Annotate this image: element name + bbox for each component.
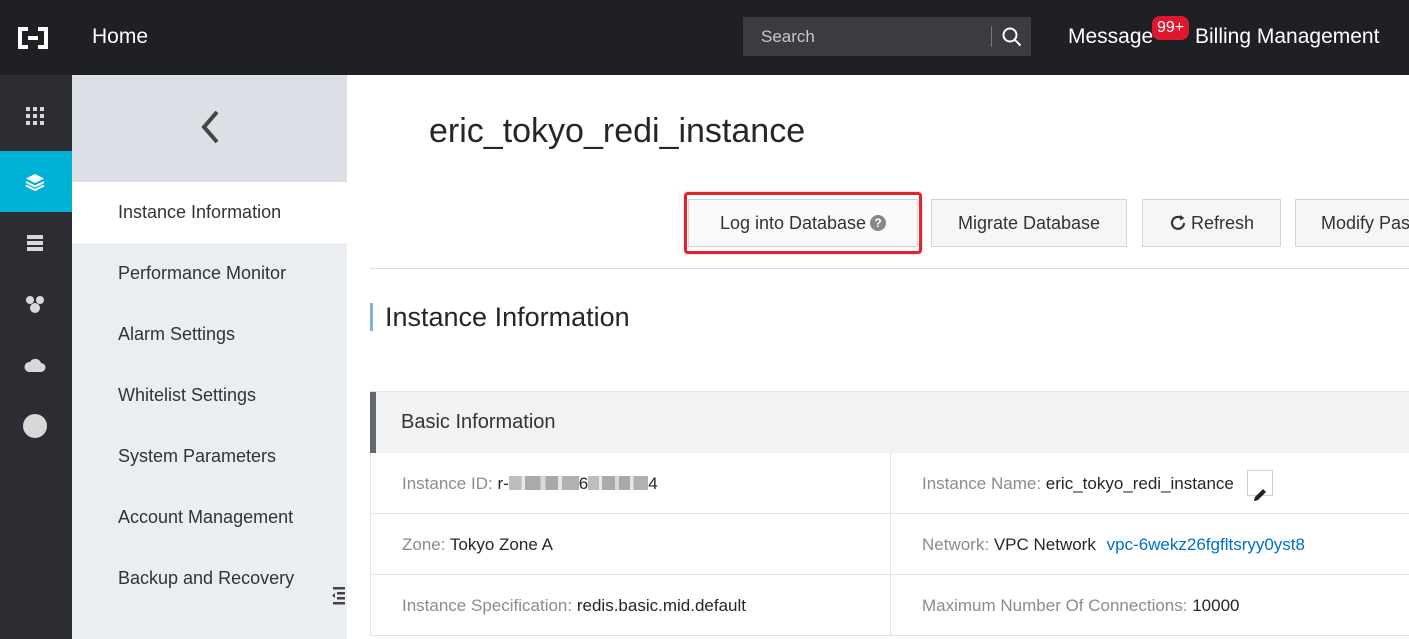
edit-pencil-icon[interactable] xyxy=(1246,469,1273,501)
instance-specification-label: Instance Specification: xyxy=(402,596,573,615)
collapse-sidebar-icon[interactable] xyxy=(331,585,347,607)
refresh-icon xyxy=(1170,215,1186,230)
search-divider xyxy=(991,26,992,47)
rail-item-cloud[interactable] xyxy=(0,334,72,395)
instance-specification-cell: Instance Specification: redis.basic.mid.… xyxy=(370,575,890,636)
migrate-database-button[interactable]: Migrate Database xyxy=(931,199,1127,247)
billing-management-link[interactable]: Billing Management xyxy=(1195,25,1379,49)
search-icon[interactable] xyxy=(1001,26,1023,48)
zone-label: Zone: xyxy=(402,535,446,554)
circle-icon xyxy=(23,414,47,438)
max-connections-label: Maximum Number Of Connections: xyxy=(922,596,1188,615)
redacted-id-segment xyxy=(508,476,579,490)
refresh-label: Refresh xyxy=(1190,213,1255,233)
sidebar-item-performance-monitor[interactable]: Performance Monitor xyxy=(72,243,347,304)
instance-id-value: r- 6 4 xyxy=(497,474,658,493)
layers-icon xyxy=(25,174,45,192)
rail-item-other[interactable] xyxy=(0,395,72,456)
basic-information-panel: Basic Information Instance ID: r- 6 4 Inst… xyxy=(370,391,1409,639)
sidebar-item-backup-and-recovery[interactable]: Backup and Recovery xyxy=(72,548,347,609)
redacted-id-segment xyxy=(588,476,649,490)
instance-specification-value: redis.basic.mid.default xyxy=(576,596,746,615)
instance-name-cell: Instance Name: eric_tokyo_redi_instance xyxy=(890,453,1409,514)
instance-sidebar: Instance Information Performance Monitor… xyxy=(72,75,347,639)
cloud-icon xyxy=(24,358,46,372)
message-link[interactable]: Message xyxy=(1068,25,1153,49)
top-navigation-bar: Home Message 99+ Billing Management xyxy=(0,0,1409,75)
server-stack-icon xyxy=(27,235,43,251)
network-label: Network: xyxy=(922,535,990,554)
vpc-id-link[interactable]: vpc-6wekz26fgfltsryy0yst8 xyxy=(1107,535,1305,554)
refresh-button[interactable]: Refresh xyxy=(1142,199,1281,247)
grid-icon xyxy=(26,107,44,125)
sidebar-item-account-management[interactable]: Account Management xyxy=(72,487,347,548)
highlight-outline xyxy=(684,192,922,254)
sidebar-item-instance-information[interactable]: Instance Information xyxy=(72,182,347,243)
back-area xyxy=(72,75,347,182)
modify-password-button[interactable]: Modify Pas xyxy=(1295,199,1409,247)
rail-item-products[interactable] xyxy=(0,85,72,146)
instance-id-label: Instance ID: xyxy=(402,474,493,493)
cluster-icon xyxy=(26,296,44,313)
section-title: Instance Information xyxy=(385,302,630,332)
instance-id-cell: Instance ID: r- 6 4 xyxy=(370,453,890,514)
search-input[interactable] xyxy=(743,17,991,56)
section-accent-bar xyxy=(370,303,373,331)
chevron-left-icon[interactable] xyxy=(196,108,226,146)
message-count-badge: 99+ xyxy=(1152,16,1190,40)
console-logo-icon[interactable] xyxy=(14,24,52,52)
instance-name-value: eric_tokyo_redi_instance xyxy=(1045,474,1234,493)
sidebar-item-whitelist-settings[interactable]: Whitelist Settings xyxy=(72,365,347,426)
search-box xyxy=(743,17,1031,56)
zone-value: Tokyo Zone A xyxy=(449,535,553,554)
page-title: eric_tokyo_redi_instance xyxy=(429,112,806,150)
sidebar-item-alarm-settings[interactable]: Alarm Settings xyxy=(72,304,347,365)
max-connections-value: 10000 xyxy=(1192,596,1240,615)
network-value: VPC Network xyxy=(993,535,1096,554)
zone-cell: Zone: Tokyo Zone A xyxy=(370,514,890,575)
product-icon-rail xyxy=(0,75,72,639)
toolbar-divider xyxy=(370,268,1409,269)
basic-information-header: Basic Information xyxy=(370,392,1409,453)
basic-information-title: Basic Information xyxy=(401,411,556,433)
rail-item-cluster[interactable] xyxy=(0,273,72,334)
network-cell: Network: VPC Network vpc-6wekz26fgfltsry… xyxy=(890,514,1409,575)
rail-item-database[interactable] xyxy=(0,151,72,212)
max-connections-cell: Maximum Number Of Connections: 10000 xyxy=(890,575,1409,636)
rail-item-servers[interactable] xyxy=(0,212,72,273)
sidebar-item-system-parameters[interactable]: System Parameters xyxy=(72,426,347,487)
home-link[interactable]: Home xyxy=(92,25,148,49)
instance-name-label: Instance Name: xyxy=(922,474,1042,493)
